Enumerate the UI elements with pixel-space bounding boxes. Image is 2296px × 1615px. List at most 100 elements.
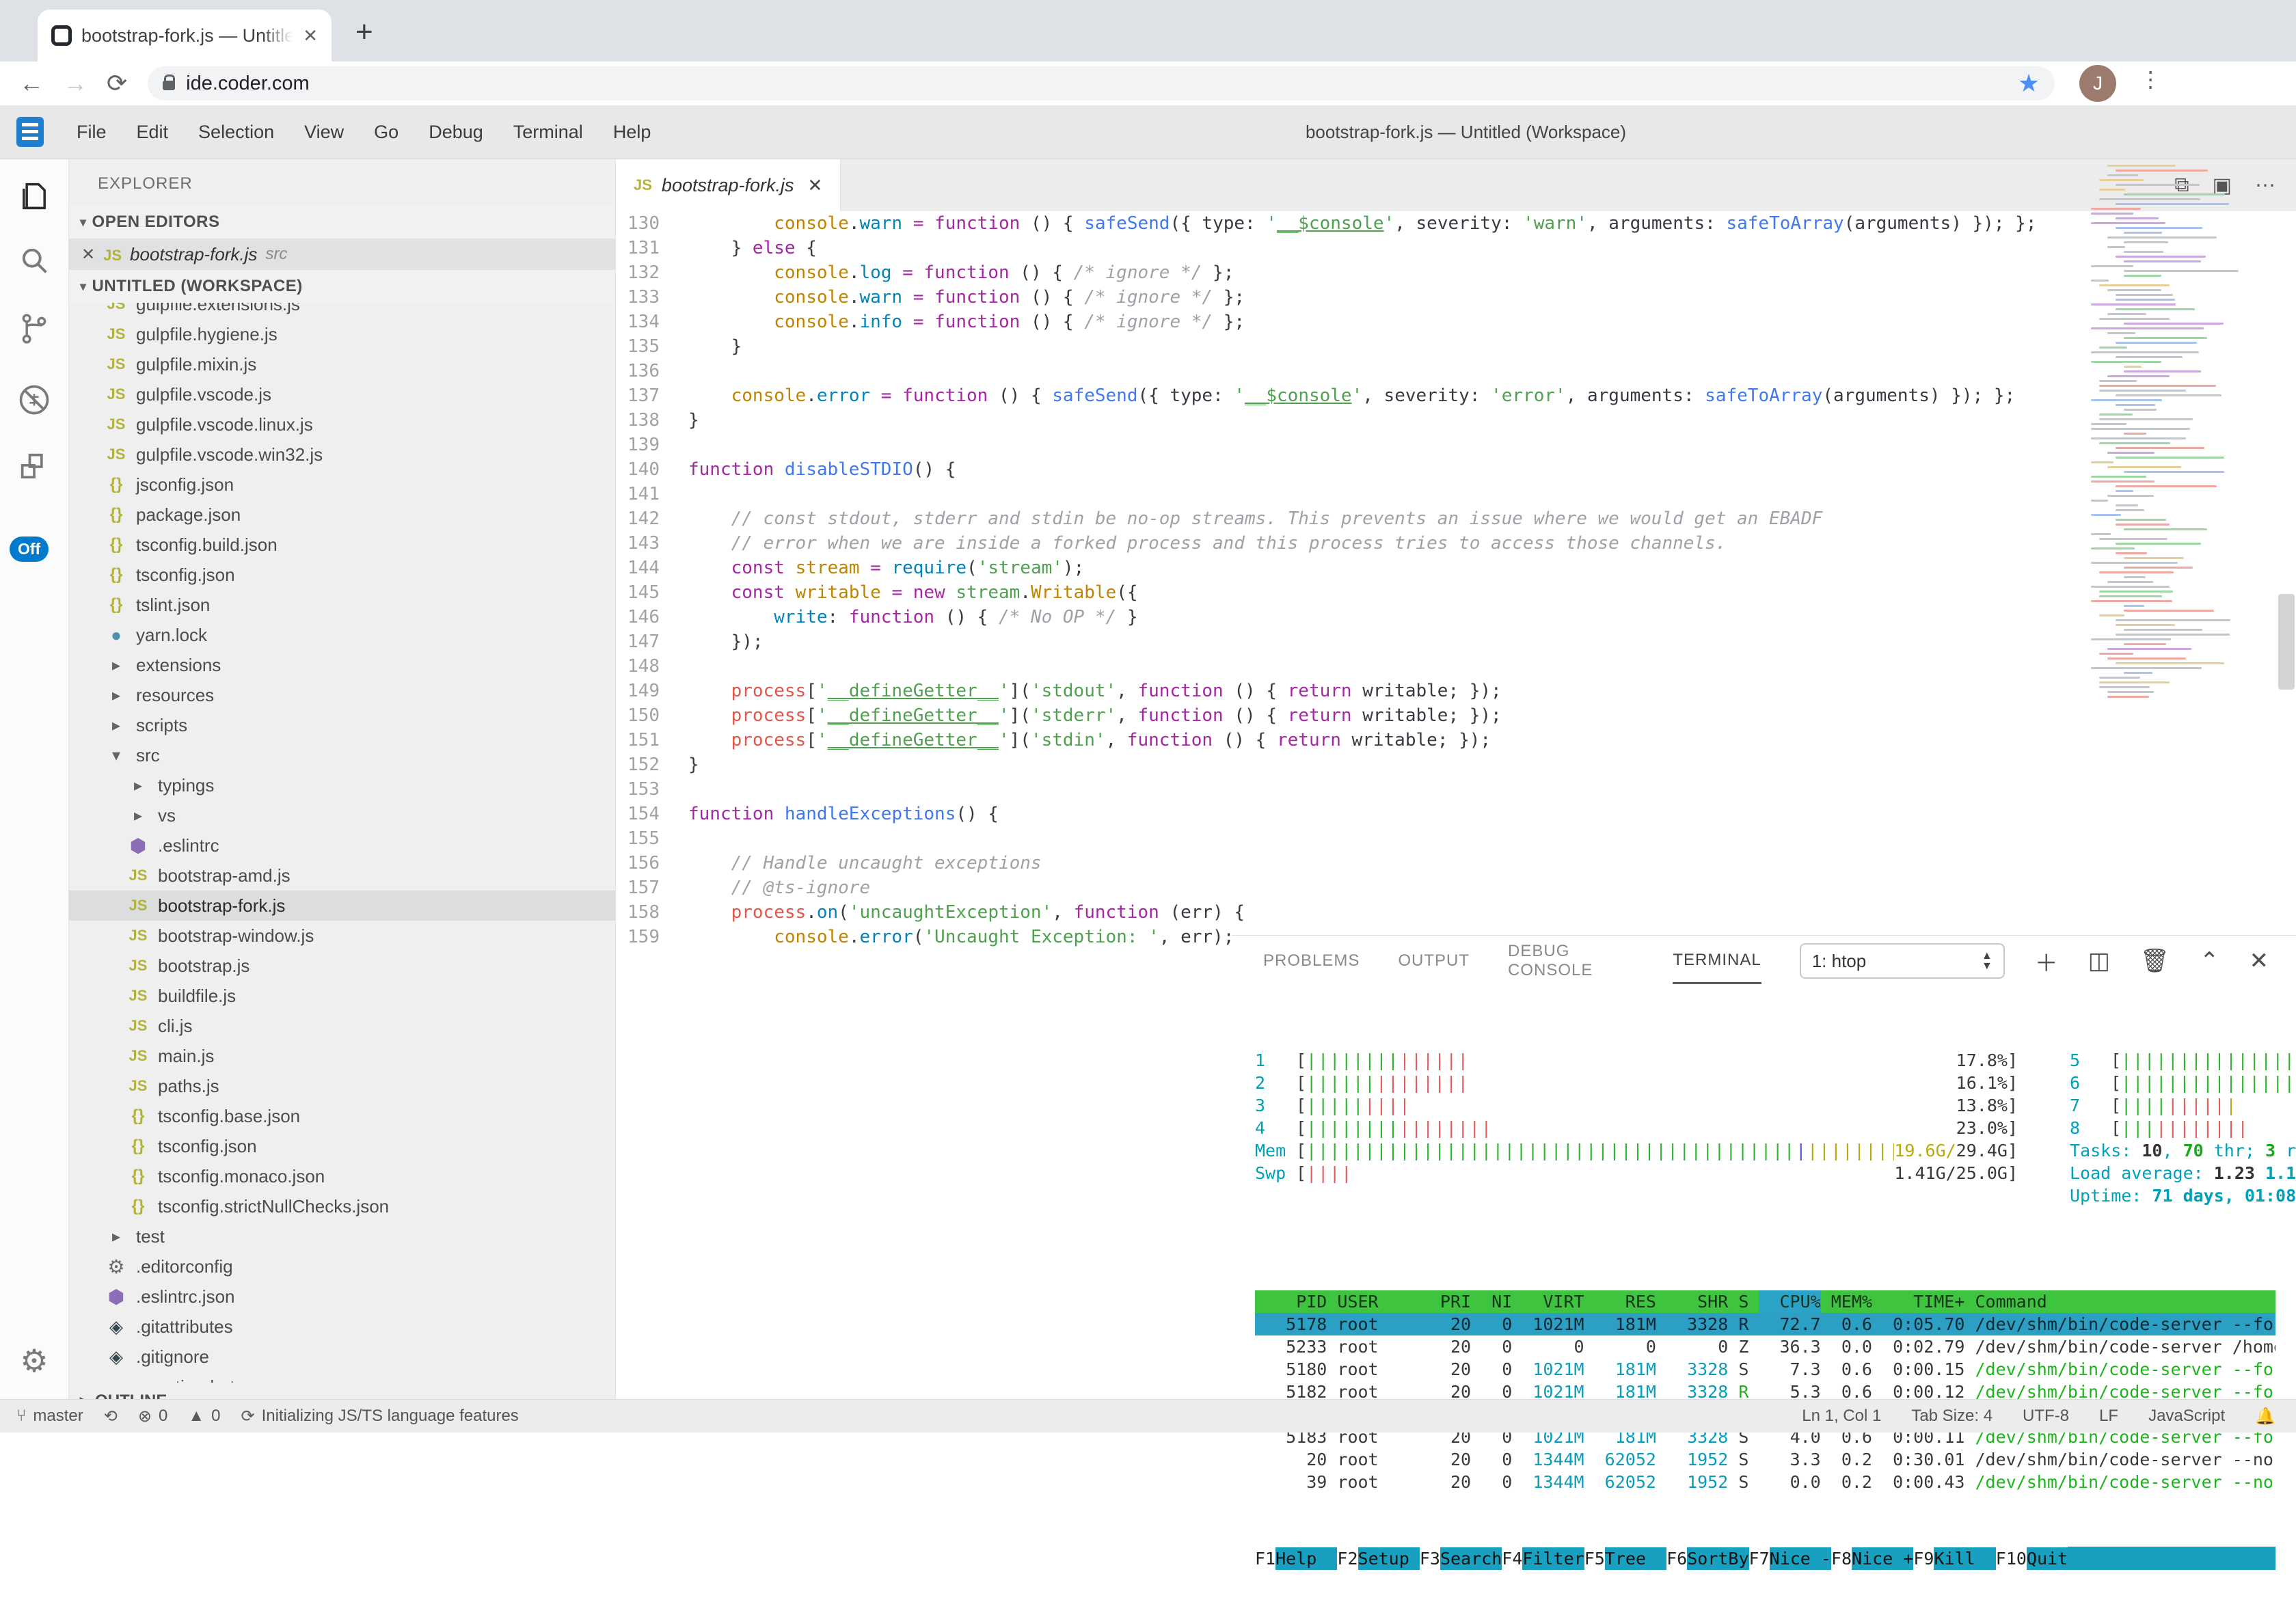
tree-item-tsconfig.json[interactable]: tsconfig.json [69,560,615,590]
tab-terminal[interactable]: TERMINAL [1673,938,1761,984]
fkey-F7[interactable]: F7 [1749,1547,1770,1570]
minimap[interactable] [2091,165,2248,711]
tree-item-yarn.lock[interactable]: yarn.lock [69,620,615,650]
menu-view[interactable]: View [289,122,359,143]
menu-go[interactable]: Go [359,122,414,143]
menu-file[interactable]: File [62,122,122,143]
tree-item-gulpfile.vscode.js[interactable]: gulpfile.vscode.js [69,379,615,409]
tree-item-gulpfile.mixin.js[interactable]: gulpfile.mixin.js [69,349,615,379]
tree-item-gulpfile.vscode.win32.js[interactable]: gulpfile.vscode.win32.js [69,439,615,470]
open-editors-header[interactable]: ▾ OPEN EDITORS [69,206,615,239]
fkey-label-F5[interactable]: Tree [1605,1547,1666,1570]
notifications-bell-icon[interactable]: 🔔 [2255,1407,2275,1426]
tree-item-tslint.json[interactable]: tslint.json [69,590,615,620]
fkey-label-F6[interactable]: SortBy [1687,1547,1748,1570]
fkey-F1[interactable]: F1 [1255,1547,1275,1570]
language-mode[interactable]: JavaScript [2148,1407,2225,1426]
language-status[interactable]: ⟳ Initializing JS/TS language features [241,1407,518,1426]
tree-item-extensions[interactable]: extensions [69,650,615,680]
tree-item-gulpfile.hygiene.js[interactable]: gulpfile.hygiene.js [69,319,615,349]
tree-item-tsconfig.json[interactable]: tsconfig.json [69,1131,615,1161]
eol[interactable]: LF [2099,1407,2118,1426]
encoding[interactable]: UTF-8 [2023,1407,2069,1426]
sync-icon[interactable]: ⟲ [104,1407,118,1426]
address-bar[interactable]: ide.coder.com ★ [148,66,2055,100]
menu-debug[interactable]: Debug [414,122,498,143]
search-icon[interactable] [0,243,68,282]
terminal[interactable]: 1[||||||||||||||17.8%]2[||||||||||||||16… [1255,1004,2275,1400]
fkey-label-F8[interactable]: Nice + [1852,1547,1913,1570]
process-row-20[interactable]: 20root2001344M620521952S3.30.20:30.01/de… [1255,1448,2275,1471]
avatar[interactable]: J [2079,65,2116,102]
tree-item-tsconfig.strictNullChecks.json[interactable]: tsconfig.strictNullChecks.json [69,1191,615,1221]
process-row-5233[interactable]: 5233root200000Z36.30.00:02.79/dev/shm/bi… [1255,1335,2275,1358]
menu-edit[interactable]: Edit [122,122,184,143]
tree-item-gulpfile.vscode.linux.js[interactable]: gulpfile.vscode.linux.js [69,409,615,439]
reload-icon[interactable]: ⟳ [107,69,127,98]
tab-output[interactable]: OUTPUT [1398,939,1470,983]
workspace-header[interactable]: ▾ UNTITLED (WORKSPACE) [69,270,615,303]
tree-item-bootstrap-window.js[interactable]: bootstrap-window.js [69,921,615,951]
debug-disabled-icon[interactable] [0,382,68,421]
fkey-F5[interactable]: F5 [1584,1547,1605,1570]
tab-close-icon[interactable]: ✕ [303,25,318,46]
settings-gear-icon[interactable]: ⚙ [0,1342,68,1379]
tree-item-tsconfig.build.json[interactable]: tsconfig.build.json [69,530,615,560]
close-panel-icon[interactable]: ✕ [2250,947,2269,975]
tree-item-tsconfig.monaco.json[interactable]: tsconfig.monaco.json [69,1161,615,1191]
open-editor-item[interactable]: ✕ bootstrap-fork.js src [69,239,615,270]
process-row-5178[interactable]: 5178root2001021M181M3328R72.70.60:05.70/… [1255,1313,2275,1335]
outline-header[interactable]: ▸ OUTLINE [69,1383,615,1400]
fkey-label-F3[interactable]: Search [1440,1547,1502,1570]
terminal-select[interactable]: 1: htop ▲▼ [1800,943,2005,979]
back-icon[interactable]: ← [19,69,44,98]
tree-item-bootstrap-amd.js[interactable]: bootstrap-amd.js [69,860,615,891]
more-actions-icon[interactable]: ⋯ [2255,174,2275,198]
tree-item-package.json[interactable]: package.json [69,500,615,530]
close-tab-icon[interactable]: ✕ [808,175,823,196]
maximize-panel-icon[interactable]: ⌃ [2200,947,2219,975]
process-row-5180[interactable]: 5180root2001021M181M3328S7.30.60:00.15/d… [1255,1358,2275,1381]
menu-selection[interactable]: Selection [183,122,289,143]
off-badge[interactable]: Off [10,537,49,562]
tree-item-main.js[interactable]: main.js [69,1041,615,1071]
tree-item-.editorconfig[interactable]: .editorconfig [69,1251,615,1281]
tree-item-vs[interactable]: vs [69,800,615,830]
source-control-icon[interactable] [0,311,68,350]
new-terminal-icon[interactable]: ＋ [2035,945,2058,978]
new-tab-button[interactable]: + [355,15,373,49]
git-branch[interactable]: ⑂ master [16,1407,83,1426]
error-count[interactable]: ⊗ 0 [138,1407,167,1426]
fkey-F6[interactable]: F6 [1666,1547,1687,1570]
fkey-label-F1[interactable]: Help [1275,1547,1337,1570]
menu-terminal[interactable]: Terminal [498,122,598,143]
fkey-F9[interactable]: F9 [1913,1547,1934,1570]
browser-tab[interactable]: bootstrap-fork.js — Untitled (W ✕ [38,10,332,62]
editor-tab[interactable]: bootstrap-fork.js ✕ [616,159,841,211]
tab-size[interactable]: Tab Size: 4 [1911,1407,1993,1426]
fkey-F4[interactable]: F4 [1502,1547,1522,1570]
fkey-F3[interactable]: F3 [1420,1547,1440,1570]
editor-scrollbar[interactable] [2278,594,2295,690]
bookmark-star-icon[interactable]: ★ [2018,69,2040,98]
htop-table-header[interactable]: PIDUSERPRINIVIRTRESSHRSCPU%MEM%TIME+Comm… [1255,1290,2275,1313]
tree-item-typings[interactable]: typings [69,770,615,800]
tree-item-.mention-bot[interactable]: .mention-bot [69,1372,615,1383]
close-editor-icon[interactable]: ✕ [81,245,95,264]
split-terminal-icon[interactable]: ◫ [2088,947,2110,975]
tree-item-cli.js[interactable]: cli.js [69,1011,615,1041]
tab-problems[interactable]: PROBLEMS [1263,939,1360,983]
tree-item-gulpfile.extensions.js[interactable]: gulpfile.extensions.js [69,303,615,319]
kill-terminal-icon[interactable]: 🗑 [2140,947,2170,975]
fkey-F8[interactable]: F8 [1831,1547,1852,1570]
tree-item-.eslintrc.json[interactable]: .eslintrc.json [69,1281,615,1312]
tree-item-bootstrap-fork.js[interactable]: bootstrap-fork.js [69,891,615,921]
tree-item-scripts[interactable]: scripts [69,710,615,740]
process-row-39[interactable]: 39root2001344M620521952S0.00.20:00.43/de… [1255,1471,2275,1493]
browser-menu-icon[interactable]: ⋮ [2139,75,2161,92]
tree-item-buildfile.js[interactable]: buildfile.js [69,981,615,1011]
tree-item-jsconfig.json[interactable]: jsconfig.json [69,470,615,500]
tree-item-test[interactable]: test [69,1221,615,1251]
fkey-label-F2[interactable]: Setup [1358,1547,1420,1570]
tree-item-resources[interactable]: resources [69,680,615,710]
